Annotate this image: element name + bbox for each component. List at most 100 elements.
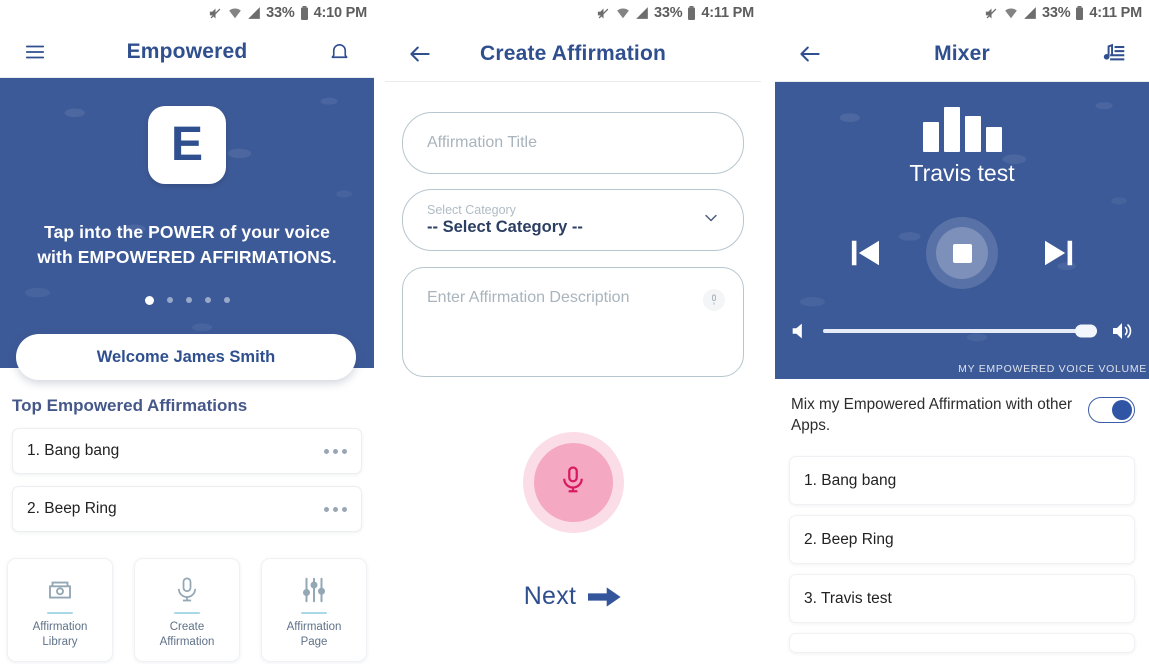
page-title: Empowered xyxy=(126,39,248,63)
section-title-top-affirmations: Top Empowered Affirmations xyxy=(12,396,248,415)
app-logo-letter: E xyxy=(170,118,203,171)
next-button-label: Next xyxy=(523,582,577,610)
battery-icon xyxy=(687,6,696,20)
wifi-icon xyxy=(616,6,630,20)
toggle-knob xyxy=(1112,400,1132,420)
notification-bell-icon[interactable] xyxy=(322,35,356,69)
volume-slider[interactable] xyxy=(823,324,1098,338)
carousel-dots[interactable] xyxy=(144,295,230,305)
stop-icon xyxy=(952,243,972,263)
bottom-quick-nav: Affirmation Library Create Affirmation A… xyxy=(7,558,367,662)
carousel-dot[interactable] xyxy=(204,297,211,304)
stop-button-inner xyxy=(936,227,988,279)
list-item[interactable]: 2. Beep Ring xyxy=(789,515,1135,565)
battery-percent-label: 33% xyxy=(1041,5,1071,21)
volume-low-icon[interactable] xyxy=(789,320,811,342)
record-button-halo[interactable] xyxy=(522,432,624,533)
category-selected-value: -- Select Category -- xyxy=(427,218,583,236)
battery-percent-label: 33% xyxy=(266,5,295,21)
microphone-icon xyxy=(173,571,201,605)
stop-button[interactable] xyxy=(926,217,998,289)
volume-caption: MY EMPOWERED VOICE VOLUME xyxy=(958,363,1147,375)
player-controls xyxy=(775,217,1149,289)
volume-slider-row xyxy=(775,319,1149,343)
app-bar-create: Create Affirmation xyxy=(385,26,761,82)
mute-icon xyxy=(208,6,223,21)
welcome-card[interactable]: Welcome James Smith xyxy=(16,334,356,380)
quicknav-label-line2: Affirmation xyxy=(159,635,215,648)
quicknav-affirmation-library[interactable]: Affirmation Library xyxy=(7,558,113,662)
page-title: Mixer xyxy=(934,41,990,65)
back-arrow-icon[interactable] xyxy=(793,37,827,71)
hamburger-menu-icon[interactable] xyxy=(18,35,52,69)
divider xyxy=(174,611,200,615)
list-item[interactable]: 2. Beep Ring xyxy=(12,486,362,532)
app-bar-home: Empowered xyxy=(0,26,374,78)
status-bar: 33% 4:11 PM xyxy=(775,0,1149,26)
quicknav-label-line2: Page xyxy=(300,635,328,648)
playlist-music-icon[interactable] xyxy=(1097,37,1131,71)
track-label: 1. Bang bang xyxy=(804,471,897,489)
carousel-dot[interactable] xyxy=(144,295,154,305)
divider xyxy=(47,611,73,615)
hero-tagline-line2: with EMPOWERED AFFIRMATIONS. xyxy=(37,246,337,267)
carousel-dot[interactable] xyxy=(223,297,230,304)
affirmation-description-input[interactable]: Enter Affirmation Description xyxy=(402,267,744,377)
clock-label: 4:10 PM xyxy=(313,5,368,21)
signal-icon xyxy=(247,6,261,20)
track-title: Travis test xyxy=(909,160,1015,186)
skip-previous-icon[interactable] xyxy=(844,232,886,274)
status-bar: 33% 4:10 PM xyxy=(0,0,374,26)
affirmation-description-placeholder: Enter Affirmation Description xyxy=(427,289,630,306)
skip-next-icon[interactable] xyxy=(1038,232,1080,274)
volume-slider-knob[interactable] xyxy=(1075,324,1098,338)
hero-tagline-line1: Tap into the POWER of your voice xyxy=(44,222,330,242)
equalizer-bars-icon xyxy=(922,104,1002,152)
battery-icon xyxy=(1075,6,1084,20)
category-select[interactable]: Select Category -- Select Category -- xyxy=(402,189,744,251)
list-item[interactable]: 1. Bang bang xyxy=(789,456,1135,506)
quicknav-label: Affirmation Page xyxy=(287,620,342,649)
quicknav-label-line1: Affirmation xyxy=(286,621,342,634)
affirmation-title-input[interactable]: Affirmation Title xyxy=(402,112,744,174)
status-bar: 33% 4:11 PM xyxy=(385,0,761,26)
app-bar-mixer: Mixer xyxy=(775,26,1149,82)
quicknav-label: Create Affirmation xyxy=(160,620,215,649)
list-item-partial[interactable] xyxy=(789,633,1135,654)
carousel-dot[interactable] xyxy=(185,297,192,304)
volume-high-icon[interactable] xyxy=(1109,319,1135,343)
battery-percent-label: 33% xyxy=(653,5,683,21)
app-logo: E xyxy=(148,106,226,184)
wifi-icon xyxy=(228,6,242,20)
list-item[interactable]: 1. Bang bang xyxy=(12,428,362,474)
microphone-icon[interactable] xyxy=(703,289,725,311)
three-screen-montage: 33% 4:10 PM Empowered E Tap into the POW… xyxy=(0,0,1149,664)
back-arrow-icon[interactable] xyxy=(403,37,437,71)
mute-icon xyxy=(984,6,999,21)
quicknav-label-line1: Affirmation xyxy=(32,621,88,634)
signal-icon xyxy=(635,6,649,20)
panel-gap xyxy=(374,0,385,664)
track-label: 2. Beep Ring xyxy=(804,530,894,548)
carousel-dot[interactable] xyxy=(166,297,173,304)
quicknav-create-affirmation[interactable]: Create Affirmation xyxy=(134,558,240,662)
kebab-menu-icon[interactable] xyxy=(324,448,347,454)
chevron-down-icon[interactable] xyxy=(701,208,721,233)
hero-tagline: Tap into the POWER of your voice with EM… xyxy=(37,220,336,270)
kebab-menu-icon[interactable] xyxy=(324,506,347,512)
next-button[interactable]: Next xyxy=(402,582,744,611)
list-item[interactable]: 3. Travis test xyxy=(789,574,1135,624)
affirmation-label: 2. Beep Ring xyxy=(27,500,117,517)
quicknav-affirmation-page[interactable]: Affirmation Page xyxy=(261,558,367,662)
mixer-track-list: 1. Bang bang 2. Beep Ring 3. Travis test xyxy=(775,456,1149,654)
screen-mixer: 33% 4:11 PM Mixer Travis test MY EMPOWER… xyxy=(775,0,1149,664)
record-button[interactable] xyxy=(533,443,613,522)
quicknav-label: Affirmation Library xyxy=(33,620,88,649)
hero-carousel: E Tap into the POWER of your voice with … xyxy=(0,78,374,368)
wifi-icon xyxy=(1004,6,1018,20)
mix-toggle-label: Mix my Empowered Affirmation with other … xyxy=(791,396,1073,434)
mix-toggle-switch[interactable] xyxy=(1088,397,1135,423)
affirmation-label: 1. Bang bang xyxy=(27,442,120,459)
sliders-icon xyxy=(299,571,329,605)
panel-gap xyxy=(761,0,775,664)
